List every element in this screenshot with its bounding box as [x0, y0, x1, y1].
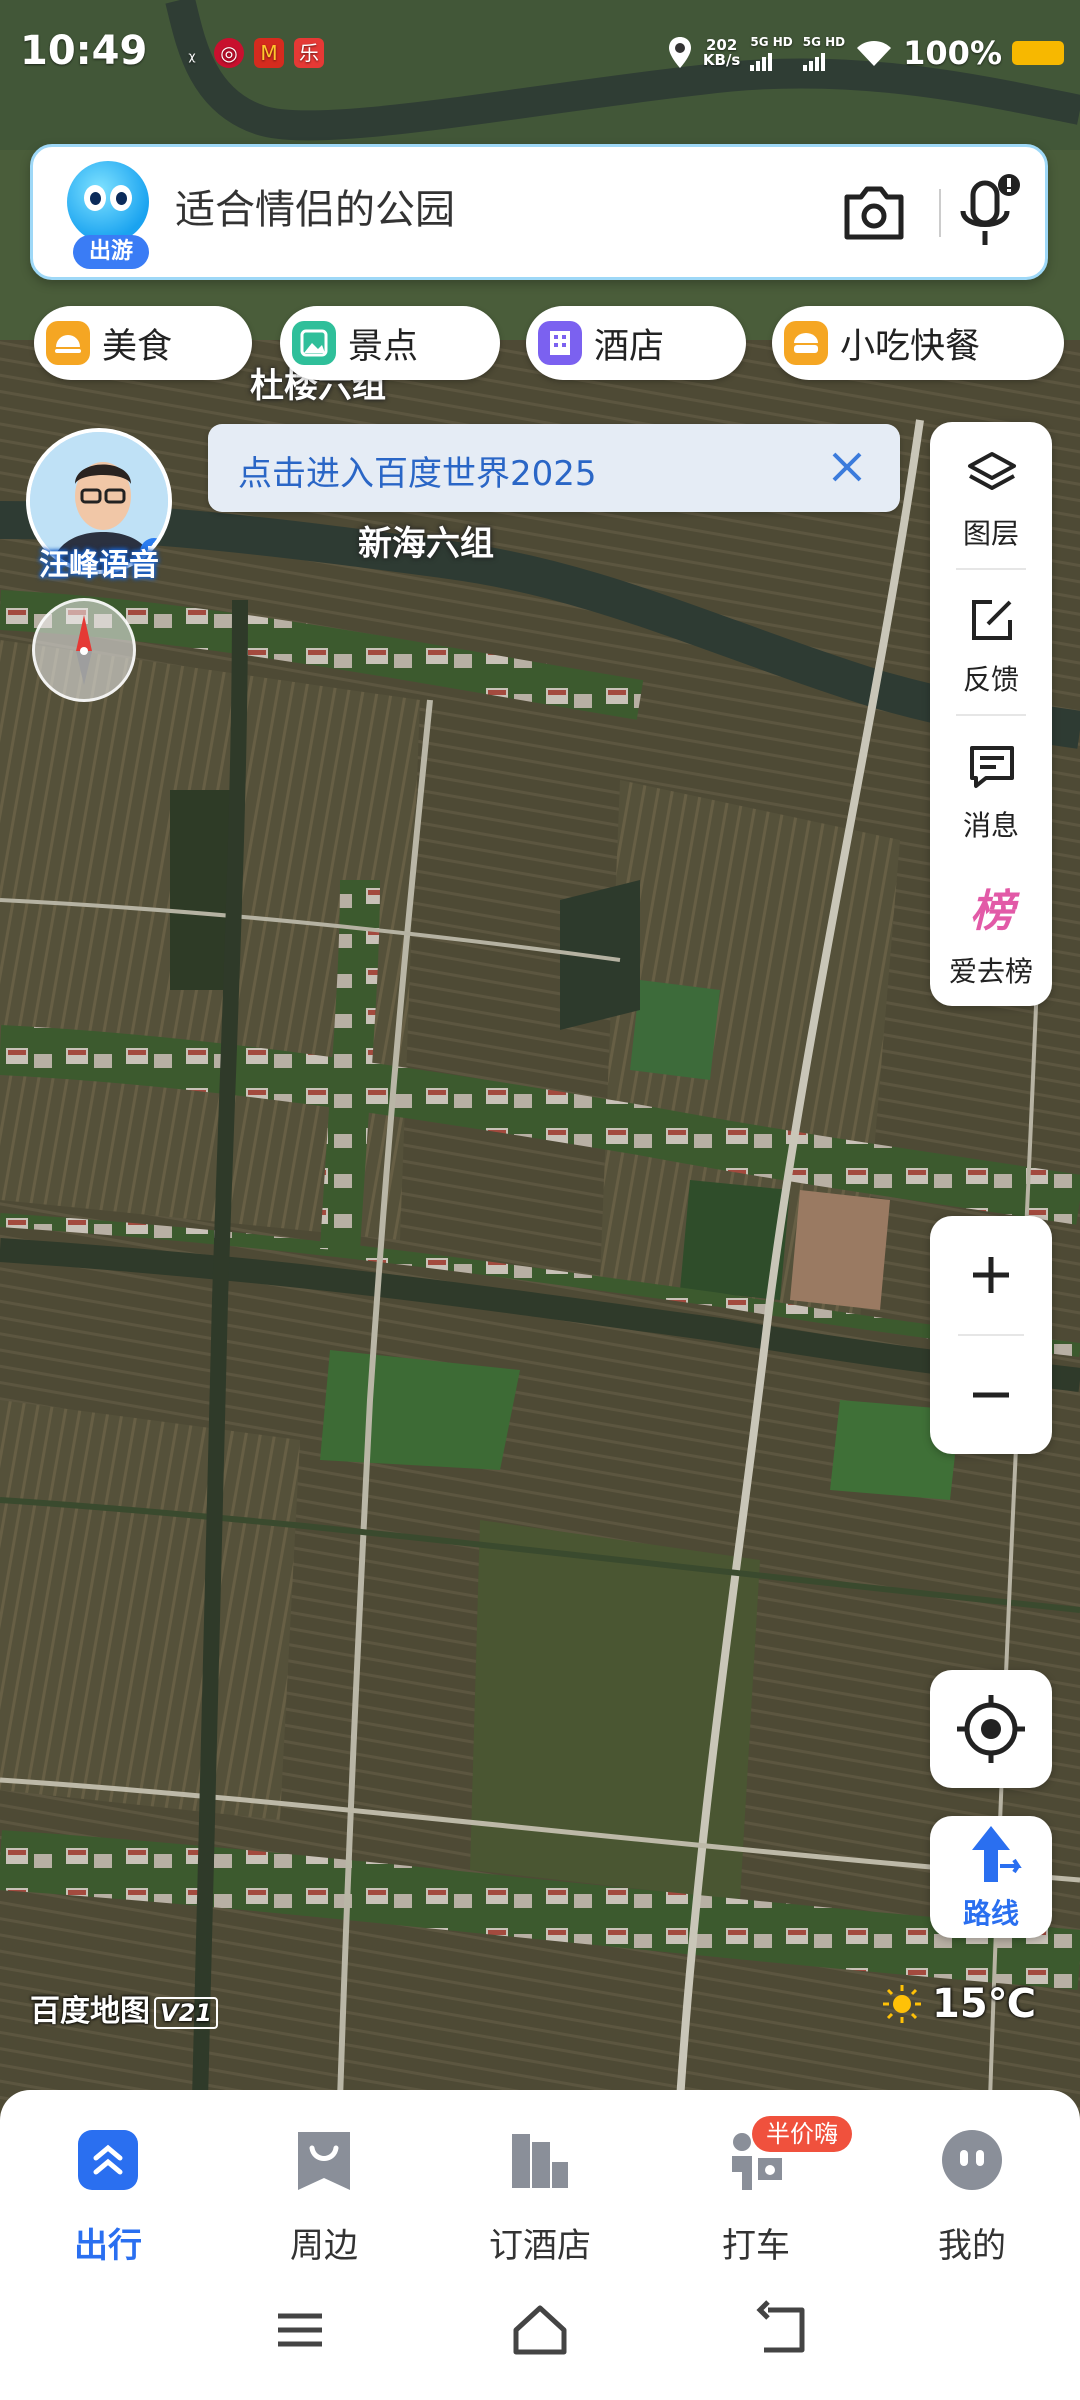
mascot-tag: 出游: [73, 235, 149, 269]
tab-label: 出行: [74, 2226, 142, 2266]
layers-icon: [968, 452, 1016, 490]
tab-label: 我的: [938, 2226, 1006, 2266]
route-label: 路线: [962, 1897, 1019, 1930]
baidu-map-logo: 百度地图 V21: [30, 1986, 218, 2030]
locate-button[interactable]: [930, 1670, 1052, 1788]
tab-hotel-booking[interactable]: 订酒店: [450, 2116, 630, 2296]
temperature: 15℃: [932, 1981, 1037, 2027]
zoom-out-button[interactable]: [930, 1336, 1052, 1454]
promo-banner-text[interactable]: 点击进入百度世界2025: [238, 446, 597, 495]
notification-icons: ᵪ ◎ M 乐: [180, 38, 324, 68]
close-icon[interactable]: [824, 444, 870, 490]
bank-icon: ◎: [214, 38, 244, 68]
status-bar: 10:49 ᵪ ◎ M 乐 202 KB/s 5G HD 5G HD 100%: [0, 0, 1080, 112]
zoom-control: [930, 1216, 1052, 1454]
message-button[interactable]: 消息: [930, 714, 1052, 860]
ranking-icon: 榜: [970, 886, 1014, 937]
voice-avatar-label[interactable]: 汪峰语音: [24, 540, 174, 584]
category-hotel[interactable]: 酒店: [526, 306, 746, 380]
signal-bars-icon: [750, 49, 792, 71]
ranking-label: 爱去榜: [948, 955, 1033, 988]
feedback-label: 反馈: [962, 663, 1019, 696]
route-button[interactable]: 路线: [930, 1816, 1052, 1938]
status-time: 10:49: [20, 28, 148, 74]
message-label: 消息: [962, 809, 1019, 842]
network-speed: 202 KB/s: [703, 38, 740, 68]
tab-taxi[interactable]: 半价嗨 打车: [666, 2116, 852, 2296]
taxi-promo-badge: 半价嗨: [752, 2116, 852, 2152]
mcdonalds-icon: M: [254, 38, 284, 68]
tab-label: 订酒店: [489, 2226, 591, 2266]
search-input[interactable]: 适合情侣的公园: [175, 177, 455, 235]
bottom-navigation: 出行 周边 订酒店 半价嗨 打车 我的: [0, 2090, 1080, 2400]
signal-label: 5G HD: [750, 34, 793, 49]
mascot-icon[interactable]: [67, 161, 149, 243]
battery-percent: 100%: [903, 34, 1002, 72]
tab-travel[interactable]: 出行: [18, 2116, 198, 2296]
signal-2: 5G HD: [802, 34, 846, 71]
feedback-icon: [972, 600, 1012, 640]
map-label-village[interactable]: 新海六组: [358, 516, 494, 565]
signal-1: 5G HD: [750, 34, 793, 71]
search-bar[interactable]: 出游 适合情侣的公园: [30, 144, 1048, 280]
status-right: 202 KB/s 5G HD 5G HD 100%: [667, 34, 1064, 72]
compass-button[interactable]: [32, 598, 136, 702]
zoom-in-button[interactable]: [930, 1216, 1052, 1334]
category-scenery[interactable]: 景点: [280, 306, 500, 380]
weather-widget[interactable]: 15℃: [880, 1978, 1036, 2030]
compass-icon: [76, 615, 92, 685]
home-icon[interactable]: [510, 2300, 570, 2360]
feedback-button[interactable]: 反馈: [930, 568, 1052, 714]
ranking-button[interactable]: 榜 爱去榜: [930, 860, 1052, 1006]
search-divider: [939, 189, 941, 237]
logo-version: V21: [154, 1997, 218, 2029]
profile-icon: [942, 2130, 1002, 2190]
tab-label: 周边: [290, 2226, 358, 2266]
signal-bars-icon: [802, 49, 845, 71]
layers-label: 图层: [962, 517, 1019, 550]
locate-icon: [957, 1695, 1025, 1763]
back-icon[interactable]: [750, 2300, 810, 2360]
category-label: 小吃快餐: [840, 326, 981, 367]
tab-nearby[interactable]: 周边: [234, 2116, 414, 2296]
sun-icon: [883, 1985, 921, 2023]
category-label: 酒店: [594, 326, 665, 367]
hotel-icon: [538, 321, 582, 365]
wifi-icon: [857, 40, 892, 66]
network-speed-unit: KB/s: [702, 51, 741, 69]
scenery-icon: [292, 321, 336, 365]
tab-label: 打车: [722, 2226, 790, 2266]
message-icon: [970, 746, 1014, 788]
microphone-icon[interactable]: [953, 169, 1023, 255]
category-label: 景点: [348, 326, 419, 367]
map-tools-panel: 图层 反馈 消息 榜 爱去榜: [930, 422, 1052, 1006]
food-icon: [46, 321, 90, 365]
route-arrow-icon: [972, 1826, 1022, 1882]
menu-icon[interactable]: [270, 2300, 330, 2360]
location-icon: [668, 37, 691, 68]
logo-text: 百度地图: [30, 1994, 150, 2029]
hotel-booking-icon: [512, 2134, 568, 2188]
promo-banner[interactable]: 点击进入百度世界2025: [208, 424, 900, 512]
signal-label: 5G HD: [802, 34, 846, 49]
category-label: 美食: [102, 326, 173, 367]
nearby-icon: [298, 2132, 350, 2190]
category-food[interactable]: 美食: [34, 306, 252, 380]
battery-icon: [1012, 41, 1064, 65]
camera-icon[interactable]: [839, 181, 909, 245]
minus-icon: [973, 1392, 1009, 1398]
layers-button[interactable]: 图层: [930, 422, 1052, 568]
travel-icon: [78, 2130, 138, 2190]
app-notification-icon: 乐: [294, 38, 324, 68]
tab-profile[interactable]: 我的: [882, 2116, 1062, 2296]
snack-icon: [784, 321, 828, 365]
plus-icon: [973, 1257, 1009, 1293]
wechat-pay-icon: ᵪ: [188, 41, 196, 65]
category-snack[interactable]: 小吃快餐: [772, 306, 1064, 380]
